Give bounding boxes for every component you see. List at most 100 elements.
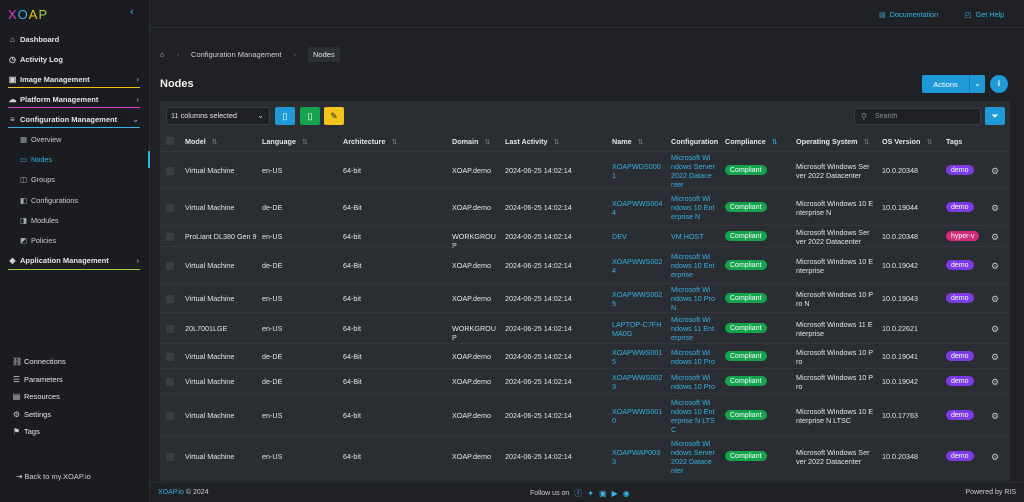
sidebar-item-image-management[interactable]: ▣ Image Management › (0, 69, 150, 89)
sidebar-item-tags[interactable]: ⚑ Tags (0, 423, 150, 441)
gear-icon[interactable]: ⚙ (991, 203, 999, 214)
node-name-link[interactable]: XOAPWWS002 3 (612, 373, 662, 391)
node-name-link[interactable]: XOAPWWS002 4 (612, 257, 662, 275)
github-icon[interactable]: ◉ (623, 489, 630, 498)
sort-icon[interactable]: ⇅ (212, 137, 218, 146)
tag-badge[interactable]: demo (946, 293, 974, 303)
xoap-logo[interactable]: XOAP (8, 7, 48, 22)
tag-badge[interactable]: demo (946, 260, 974, 270)
row-checkbox[interactable] (166, 377, 174, 386)
node-name-link[interactable]: XOAPWWS004 4 (612, 199, 662, 217)
column-header-last-activity[interactable]: Last Activity ⇅ (505, 137, 560, 146)
chevron-down-icon[interactable]: ⌄ (969, 75, 985, 93)
tag-badge[interactable]: demo (946, 202, 974, 212)
back-to-portal-link[interactable]: ⇥ Back to my.XOAP.io (16, 472, 91, 481)
node-name-link[interactable]: XOAPWWS001 5 (612, 348, 662, 366)
sidebar-item-settings[interactable]: ⚙ Settings (0, 406, 150, 424)
sort-icon[interactable]: ⇅ (772, 137, 778, 146)
export-excel-button[interactable]: ▯ (300, 107, 320, 125)
column-header-domain[interactable]: Domain ⇅ (452, 137, 490, 146)
row-checkbox[interactable] (166, 294, 174, 303)
configuration-link[interactable]: Microsoft Wi ndows 10 Pro (671, 348, 715, 366)
gear-icon[interactable]: ⚙ (991, 294, 999, 305)
column-header-model[interactable]: Model ⇅ (185, 137, 218, 146)
documentation-link[interactable]: ▤ Documentation (879, 10, 938, 19)
row-checkbox[interactable] (166, 352, 174, 361)
gear-icon[interactable]: ⚙ (991, 261, 999, 272)
sidebar-item-parameters[interactable]: ☰ Parameters (0, 371, 150, 389)
row-checkbox[interactable] (166, 232, 174, 241)
column-header-configuration[interactable]: Configuration (671, 137, 718, 146)
row-checkbox[interactable] (166, 411, 174, 420)
sidebar-item-application-management[interactable]: ◆ Application Management › (0, 251, 150, 271)
node-name-link[interactable]: XOAPWDS000 1 (612, 162, 661, 180)
linkedin-icon[interactable]: ▣ (599, 489, 607, 498)
node-name-link[interactable]: XOAPWWS002 5 (612, 290, 662, 308)
gear-icon[interactable]: ⚙ (991, 166, 999, 177)
sidebar-subitem-policies[interactable]: ◩ Policies (0, 230, 150, 250)
sidebar-item-activity-log[interactable]: ◷ Activity Log (0, 49, 150, 69)
sidebar-item-platform-management[interactable]: ☁ Platform Management › (0, 89, 150, 109)
youtube-icon[interactable]: ▶ (612, 489, 618, 498)
gear-icon[interactable]: ⚙ (991, 352, 999, 363)
row-checkbox[interactable] (166, 203, 174, 212)
info-button[interactable]: i (990, 75, 1008, 93)
facebook-icon[interactable]: ⓕ (574, 488, 582, 499)
sidebar-subitem-groups[interactable]: ◫ Groups (0, 170, 150, 190)
breadcrumb-section[interactable]: Configuration Management (191, 50, 281, 59)
row-checkbox[interactable] (166, 324, 174, 333)
columns-select[interactable]: 11 columns selected ⌄ (166, 107, 270, 125)
sidebar-subitem-nodes[interactable]: ▭ Nodes (0, 149, 150, 169)
tag-badge[interactable]: demo (946, 451, 974, 461)
export-pdf-button[interactable]: ✎ (324, 107, 344, 125)
gear-icon[interactable]: ⚙ (991, 324, 999, 335)
tag-badge[interactable]: demo (946, 376, 974, 386)
gear-icon[interactable]: ⚙ (991, 377, 999, 388)
tag-badge[interactable]: demo (946, 165, 974, 175)
twitter-icon[interactable]: ✦ (587, 489, 594, 498)
column-header-tags[interactable]: Tags (946, 137, 962, 146)
home-icon[interactable]: ⌂ (160, 50, 165, 59)
export-csv-button[interactable]: ▯ (275, 107, 295, 125)
configuration-link[interactable]: Microsoft Wi ndows Server 2022 Datace nter (671, 439, 715, 475)
sidebar-subitem-overview[interactable]: ▦ Overview (0, 129, 150, 149)
column-header-operating-system[interactable]: Operating System ⇅ (796, 137, 870, 146)
node-name-link[interactable]: DEV (612, 232, 627, 241)
column-header-os-version[interactable]: OS Version ⇅ (882, 137, 932, 146)
search-input[interactable] (875, 110, 975, 123)
tag-badge[interactable]: demo (946, 351, 974, 361)
configuration-link[interactable]: Microsoft Wi ndows 10 Pro (671, 373, 715, 391)
configuration-link[interactable]: Microsoft Wi ndows 10 Ent erprise (671, 252, 715, 279)
sidebar-item-resources[interactable]: ▤ Resources (0, 388, 150, 406)
gear-icon[interactable]: ⚙ (991, 411, 999, 422)
row-checkbox[interactable] (166, 261, 174, 270)
configuration-link[interactable]: Microsoft Wi ndows 11 Ent erprise (671, 315, 714, 342)
select-all-checkbox[interactable] (166, 137, 174, 145)
sort-icon[interactable]: ⇅ (864, 137, 870, 146)
filter-button[interactable]: ⏷ (985, 107, 1005, 125)
column-header-architecture[interactable]: Architecture ⇅ (343, 137, 397, 146)
get-help-link[interactable]: ◰ Get Help (965, 10, 1004, 19)
row-checkbox[interactable] (166, 452, 174, 461)
actions-button[interactable]: Actions ⌄ (922, 75, 985, 93)
configuration-link[interactable]: Microsoft Wi ndows 10 Pro N (671, 285, 715, 312)
sort-icon[interactable]: ⇅ (553, 137, 559, 146)
configuration-link[interactable]: VM HOST (671, 232, 704, 241)
sidebar-subitem-modules[interactable]: ◨ Modules (0, 210, 150, 230)
row-checkbox[interactable] (166, 166, 174, 175)
gear-icon[interactable]: ⚙ (991, 232, 999, 243)
node-name-link[interactable]: XOAPWAP003 3 (612, 448, 660, 466)
sort-icon[interactable]: ⇅ (926, 137, 932, 146)
tag-badge[interactable]: hyper-v (946, 231, 980, 241)
column-header-compliance[interactable]: Compliance ⇅ (725, 137, 778, 146)
configuration-link[interactable]: Microsoft Wi ndows Server 2022 Datace nter (671, 153, 715, 189)
configuration-link[interactable]: Microsoft Wi ndows 10 Ent erprise N LTS C (671, 398, 715, 434)
sidebar-item-dashboard[interactable]: ⌂ Dashboard (0, 29, 150, 49)
chevron-left-icon[interactable]: ‹ (130, 6, 134, 18)
gear-icon[interactable]: ⚙ (991, 452, 999, 463)
sort-icon[interactable]: ⇅ (638, 137, 644, 146)
sidebar-subitem-configurations[interactable]: ◧ Configurations (0, 190, 150, 210)
configuration-link[interactable]: Microsoft Wi ndows 10 Ent erprise N (671, 194, 715, 221)
column-header-language[interactable]: Language ⇅ (262, 137, 308, 146)
sort-icon[interactable]: ⇅ (302, 137, 308, 146)
